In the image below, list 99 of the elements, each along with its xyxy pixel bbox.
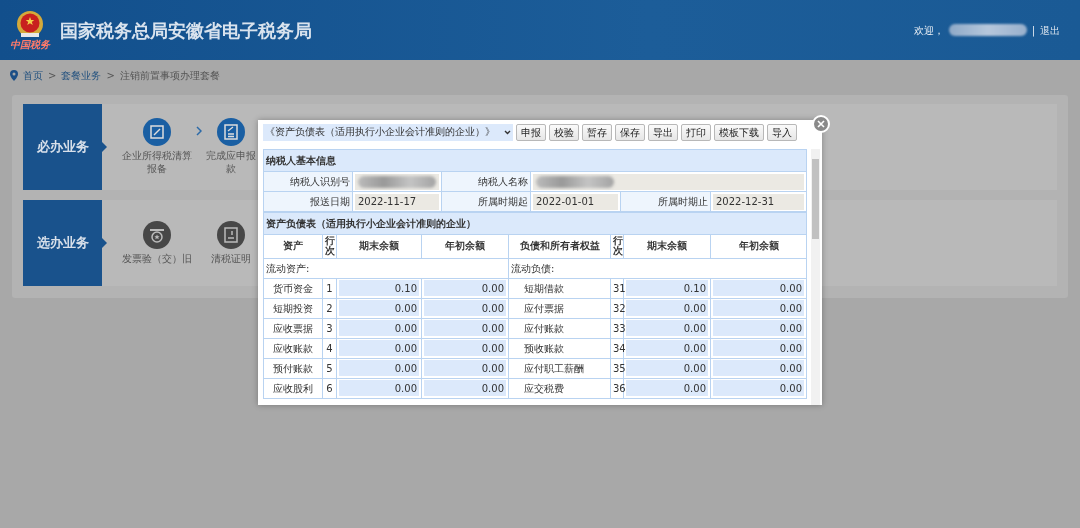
toolbar-button[interactable]: 校验 <box>549 124 579 141</box>
line-number: 32 <box>610 298 624 319</box>
column-header: 资产 <box>263 234 323 259</box>
close-icon <box>817 120 825 128</box>
amount-field[interactable]: 0.00 <box>339 360 419 377</box>
toolbar-button[interactable]: 打印 <box>681 124 711 141</box>
scrollbar[interactable] <box>811 149 820 405</box>
amount-field[interactable]: 0.00 <box>339 320 419 337</box>
account-name: 应付票据 <box>508 298 611 319</box>
breadcrumb-current: 注销前置事项办理套餐 <box>119 68 220 83</box>
column-header: 负债和所有者权益 <box>508 234 611 259</box>
amount-field[interactable]: 0.00 <box>424 360 506 377</box>
amount-field[interactable]: 0.00 <box>713 320 804 337</box>
date-field: 2022-12-31 <box>713 193 804 210</box>
logout-link[interactable]: 退出 <box>1040 22 1060 38</box>
step-label[interactable]: 清税证明 <box>211 251 251 265</box>
date-field: 2022-01-01 <box>533 193 618 210</box>
account-name: 货币资金 <box>263 278 323 299</box>
line-number: 6 <box>322 378 337 399</box>
amount-field[interactable]: 0.00 <box>626 340 708 357</box>
report-select[interactable]: 《资产负债表（适用执行小企业会计准则的企业）》 <box>263 124 513 141</box>
account-name: 短期投资 <box>263 298 323 319</box>
field-label: 纳税人识别号 <box>263 171 353 192</box>
amount-field[interactable]: 0.00 <box>339 380 419 397</box>
line-number: 36 <box>610 378 624 399</box>
amount-field[interactable]: 0.00 <box>424 340 506 357</box>
account-name: 预收账款 <box>508 338 611 359</box>
amount-field[interactable]: 0.00 <box>713 280 804 297</box>
divider-text: | <box>1031 23 1035 38</box>
breadcrumb-link[interactable]: 首页 <box>23 67 43 83</box>
site-title: 国家税务总局安徽省电子税务局 <box>60 18 312 43</box>
account-name: 应付账款 <box>508 318 611 339</box>
step-label[interactable]: 发票验（交）旧 <box>122 251 192 265</box>
amount-field[interactable]: 0.00 <box>424 280 506 297</box>
toolbar-button[interactable]: 导出 <box>648 124 678 141</box>
amount-field[interactable]: 0.00 <box>713 300 804 317</box>
toolbar-button[interactable]: 暂存 <box>582 124 612 141</box>
line-number: 35 <box>610 358 624 379</box>
breadcrumb-separator: > <box>48 68 57 83</box>
section-heading: 资产负债表（适用执行小企业会计准则的企业） <box>263 212 807 235</box>
account-name: 预付账款 <box>263 358 323 379</box>
amount-field[interactable]: 0.00 <box>339 340 419 357</box>
account-name: 应交税费 <box>508 378 611 399</box>
amount-field[interactable]: 0.10 <box>626 280 708 297</box>
edit-icon[interactable] <box>143 118 171 147</box>
line-number: 4 <box>322 338 337 359</box>
amount-field[interactable]: 0.00 <box>424 320 506 337</box>
line-number: 34 <box>610 338 624 359</box>
account-name: 短期借款 <box>508 278 611 299</box>
field-label: 报送日期 <box>263 191 353 212</box>
line-number: 31 <box>610 278 624 299</box>
amount-field[interactable]: 0.00 <box>713 340 804 357</box>
breadcrumb-link[interactable]: 套餐业务 <box>61 67 102 83</box>
account-name: 应收账款 <box>263 338 323 359</box>
account-name: 应收票据 <box>263 318 323 339</box>
section-title: 选办业务 <box>36 234 89 253</box>
toolbar-button[interactable]: 导入 <box>767 124 797 141</box>
emblem-icon <box>15 10 45 40</box>
step-label[interactable]: 企业所得税清算报备 <box>121 148 193 176</box>
date-field: 2022-11-17 <box>355 193 439 210</box>
location-pin-icon <box>10 69 18 81</box>
amount-field[interactable]: 0.00 <box>424 300 506 317</box>
amount-field[interactable]: 0.00 <box>713 380 804 397</box>
account-name: 应收股利 <box>263 378 323 399</box>
document-icon[interactable] <box>217 221 245 249</box>
column-header: 年初余额 <box>421 234 509 259</box>
amount-field[interactable]: 0.00 <box>626 300 708 317</box>
group-label: 流动负债: <box>508 258 807 279</box>
amount-field[interactable]: 0.00 <box>626 380 708 397</box>
amount-field[interactable]: 0.00 <box>626 320 708 337</box>
column-header: 年初余额 <box>710 234 807 259</box>
toolbar-button[interactable]: 申报 <box>516 124 546 141</box>
column-header: 期末余额 <box>623 234 711 259</box>
amount-field[interactable]: 0.10 <box>339 280 419 297</box>
amount-field[interactable]: 0.00 <box>713 360 804 377</box>
caret-icon <box>504 130 511 136</box>
section-title: 必办业务 <box>36 138 89 157</box>
document-edit-icon[interactable] <box>217 118 245 147</box>
toolbar-button[interactable]: 保存 <box>615 124 645 141</box>
section-heading: 纳税人基本信息 <box>263 149 807 172</box>
line-number: 5 <box>322 358 337 379</box>
group-label: 流动资产: <box>263 258 509 279</box>
amount-field[interactable]: 0.00 <box>424 380 506 397</box>
welcome-text: 欢迎， <box>913 23 944 38</box>
logo-caption: 中国税务 <box>10 40 50 50</box>
amount-field[interactable]: 0.00 <box>339 300 419 317</box>
account-name: 应付职工薪酬 <box>508 358 611 379</box>
step-label[interactable]: 完成应申报款 <box>205 148 257 176</box>
breadcrumb-separator: > <box>106 68 115 83</box>
column-header: 行次 <box>322 234 337 259</box>
column-header: 期末余额 <box>336 234 422 259</box>
toolbar-button[interactable]: 模板下载 <box>714 124 764 141</box>
amount-field[interactable]: 0.00 <box>626 360 708 377</box>
line-number: 2 <box>322 298 337 319</box>
line-number: 33 <box>610 318 624 339</box>
column-header: 行次 <box>610 234 624 259</box>
medal-icon[interactable] <box>143 221 171 249</box>
line-number: 1 <box>322 278 337 299</box>
line-number: 3 <box>322 318 337 339</box>
